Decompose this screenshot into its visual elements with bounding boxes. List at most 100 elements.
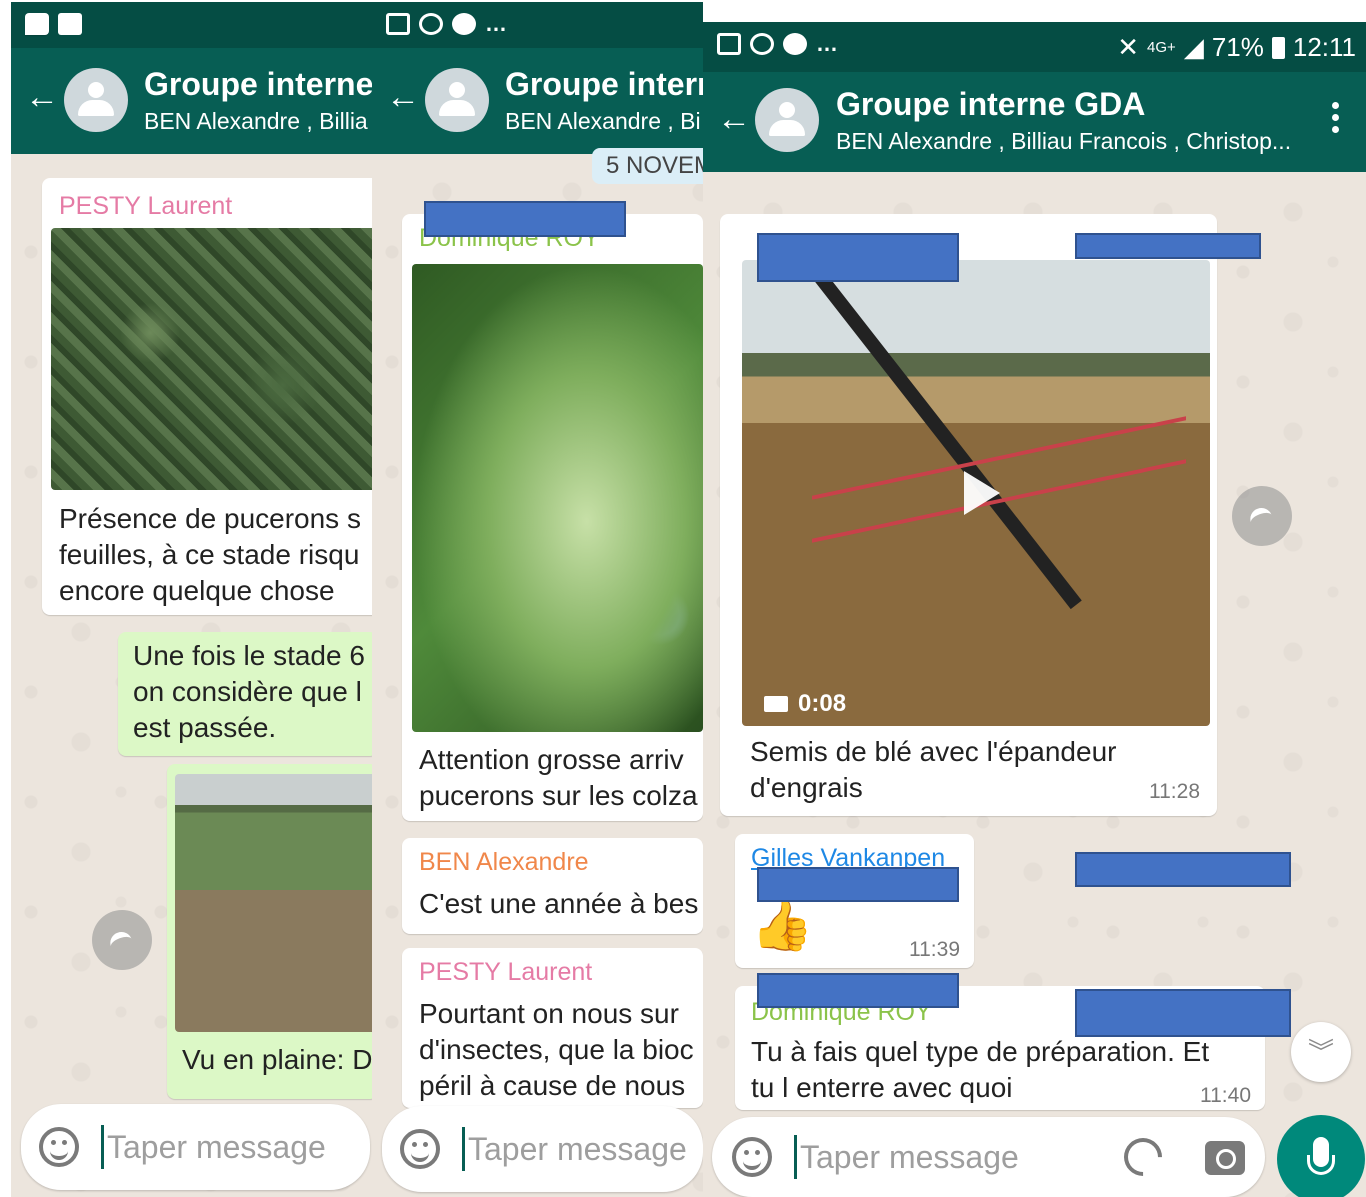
message-line: Pourtant on nous sur xyxy=(419,998,679,1029)
clock: 12:11 xyxy=(1292,32,1356,62)
message-bubble[interactable]: PESTY Laurent Présence de pucerons s feu… xyxy=(42,178,372,615)
text-cursor xyxy=(462,1127,465,1171)
messenger-icon xyxy=(452,13,476,35)
image-icon xyxy=(717,33,741,55)
group-title[interactable]: Groupe interne GDA xyxy=(836,86,1145,123)
message-line: péril à cause de nous xyxy=(419,1070,686,1101)
group-avatar[interactable] xyxy=(425,68,489,132)
whatsapp-icon xyxy=(750,33,774,55)
attachment-icon[interactable] xyxy=(1116,1130,1170,1184)
message-line: d'engrais xyxy=(750,772,863,803)
text-cursor xyxy=(794,1135,797,1179)
message-input[interactable] xyxy=(107,1125,357,1169)
redaction-box xyxy=(1075,852,1291,887)
message-line: on considère que l xyxy=(133,676,362,707)
forward-icon[interactable] xyxy=(1232,486,1292,546)
status-bar: … xyxy=(372,2,703,48)
signal-icon: ◢ xyxy=(1183,32,1204,62)
status-bar: … ✕ 4G+ ◢ 71% 12:11 xyxy=(703,22,1366,72)
message-line: pucerons sur les colza xyxy=(419,780,698,811)
message-bubble[interactable]: Dominique ROY Attention grosse arriv puc… xyxy=(402,214,703,821)
chat-header: ← Groupe interne BEN Alexandre , Billia xyxy=(11,48,372,154)
more-notifications-icon: … xyxy=(816,31,838,56)
mail-icon xyxy=(58,13,82,35)
redaction-box xyxy=(757,233,959,282)
sender-name: PESTY Laurent xyxy=(59,192,233,220)
photo-field-plain[interactable] xyxy=(175,774,372,1032)
redaction-box xyxy=(757,867,959,902)
emoji-icon[interactable] xyxy=(39,1127,79,1167)
group-members[interactable]: BEN Alexandre , Billia xyxy=(144,108,368,135)
battery-percent: 71% xyxy=(1211,32,1264,62)
group-title[interactable]: Groupe interne xyxy=(144,66,372,103)
video-thumbnail[interactable]: 0:08 xyxy=(742,260,1210,726)
message-bubble[interactable]: 0:08 Semis de blé avec l'épandeur d'engr… xyxy=(720,214,1217,816)
message-bubble[interactable]: PESTY Laurent Pourtant on nous sur d'ins… xyxy=(402,948,703,1108)
emoji-icon[interactable] xyxy=(400,1129,440,1169)
message-line: Une fois le stade 6 xyxy=(133,640,365,671)
sender-name: PESTY Laurent xyxy=(419,958,593,986)
whatsapp-icon xyxy=(419,13,443,35)
message-line: est passée. xyxy=(133,712,277,743)
back-arrow-icon[interactable]: ← xyxy=(717,102,751,136)
battery-icon xyxy=(1271,36,1285,59)
group-members[interactable]: BEN Alexandre , Bi xyxy=(505,108,701,135)
more-notifications-icon: … xyxy=(485,11,507,36)
emoji-icon[interactable] xyxy=(732,1137,772,1177)
voice-message-button[interactable] xyxy=(1277,1115,1365,1197)
message-input[interactable] xyxy=(468,1127,698,1171)
messenger-icon xyxy=(783,33,807,55)
message-line: Attention grosse arriv xyxy=(419,744,684,775)
sender-name: BEN Alexandre xyxy=(419,848,589,876)
message-line: Semis de blé avec l'épandeur xyxy=(750,736,1117,767)
group-title[interactable]: Groupe intern xyxy=(505,66,703,103)
back-arrow-icon[interactable]: ← xyxy=(386,80,420,114)
message-line: Présence de pucerons s xyxy=(59,503,361,534)
message-time: 11:39 xyxy=(909,938,960,961)
message-line: tu l enterre avec quoi xyxy=(751,1072,1013,1103)
camera-icon[interactable] xyxy=(1205,1141,1245,1175)
text-cursor xyxy=(101,1125,104,1169)
message-input-bar xyxy=(382,1106,703,1192)
scroll-to-bottom-button[interactable]: ︾ xyxy=(1291,1022,1351,1082)
status-bar xyxy=(11,2,372,48)
message-time: 11:28 xyxy=(1149,780,1200,803)
video-camera-icon xyxy=(764,696,788,712)
redaction-box xyxy=(424,201,626,237)
forward-icon[interactable] xyxy=(92,910,152,970)
group-avatar[interactable] xyxy=(755,88,819,152)
message-line: C'est une année à bes xyxy=(419,888,699,919)
message-time: 11:40 xyxy=(1200,1084,1251,1107)
network-type: 4G+ xyxy=(1147,39,1176,56)
group-members[interactable]: BEN Alexandre , Billiau Francois , Chris… xyxy=(836,128,1291,155)
video-duration: 0:08 xyxy=(764,690,846,718)
play-icon[interactable] xyxy=(964,471,1000,515)
redaction-box xyxy=(1075,989,1291,1037)
message-line: encore quelque chose xyxy=(59,575,335,606)
message-bubble[interactable]: BEN Alexandre C'est une année à bes xyxy=(402,838,703,934)
redaction-box xyxy=(1075,233,1261,259)
chat-screenshot-3: … ✕ 4G+ ◢ 71% 12:11 ← Groupe interne GDA… xyxy=(703,22,1366,1197)
chat-screenshot-1: ← Groupe interne BEN Alexandre , Billia … xyxy=(11,2,372,1197)
message-line: Vu en plaine: D xyxy=(182,1044,372,1075)
message-bubble-outgoing[interactable]: Vu en plaine: D xyxy=(167,764,372,1099)
more-options-icon[interactable] xyxy=(1332,102,1340,136)
date-chip: 5 NOVEM xyxy=(592,148,703,184)
photo-aphids-on-leaf[interactable] xyxy=(412,264,703,732)
message-input[interactable] xyxy=(800,1135,1100,1179)
chat-header: ← Groupe intern BEN Alexandre , Bi xyxy=(372,48,703,154)
message-line: d'insectes, que la bioc xyxy=(419,1034,694,1065)
back-arrow-icon[interactable]: ← xyxy=(25,80,59,114)
group-avatar[interactable] xyxy=(64,68,128,132)
thumbs-up-emoji: 👍 xyxy=(751,897,814,953)
image-icon xyxy=(386,13,410,35)
chat-bubble-icon xyxy=(25,13,49,35)
chevron-down-icon: ︾ xyxy=(1307,1037,1334,1067)
photo-crop-field[interactable] xyxy=(51,228,372,490)
mute-icon: ✕ xyxy=(1117,32,1140,62)
chat-screenshot-2: … ← Groupe intern BEN Alexandre , Bi 5 N… xyxy=(372,2,703,1197)
redaction-box xyxy=(757,973,959,1008)
message-input-bar xyxy=(712,1117,1265,1197)
chat-header: ← Groupe interne GDA BEN Alexandre , Bil… xyxy=(703,72,1366,172)
message-bubble-outgoing[interactable]: Une fois le stade 6 on considère que l e… xyxy=(118,632,372,756)
